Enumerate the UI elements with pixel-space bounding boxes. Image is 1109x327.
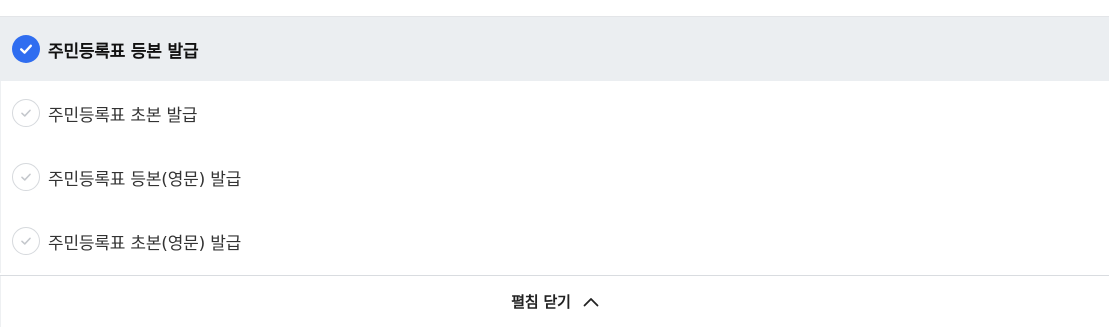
chevron-up-icon (583, 297, 599, 307)
option-label: 주민등록표 초본 발급 (48, 105, 198, 126)
option-resident-register-copy-english[interactable]: 주민등록표 등본(영문) 발급 (0, 145, 1109, 209)
collapse-button[interactable]: 펼침 닫기 (0, 276, 1109, 327)
collapse-label: 펼침 닫기 (511, 293, 571, 311)
option-resident-register-abstract[interactable]: 주민등록표 초본 발급 (0, 81, 1109, 145)
check-circle-outline-icon (12, 163, 40, 191)
issuance-option-panel: 주민등록표 등본 발급 주민등록표 초본 발급 주민등록표 등본(영문) 발급 (0, 0, 1109, 327)
check-circle-filled-icon (12, 35, 40, 63)
option-label: 주민등록표 초본(영문) 발급 (48, 233, 242, 254)
option-resident-register-abstract-english[interactable]: 주민등록표 초본(영문) 발급 (0, 209, 1109, 273)
check-circle-outline-icon (12, 227, 40, 255)
option-label: 주민등록표 등본 발급 (48, 41, 199, 62)
option-label: 주민등록표 등본(영문) 발급 (48, 169, 242, 190)
option-resident-register-copy[interactable]: 주민등록표 등본 발급 (0, 17, 1109, 81)
issuance-option-list: 주민등록표 등본 발급 주민등록표 초본 발급 주민등록표 등본(영문) 발급 (0, 17, 1109, 273)
check-circle-outline-icon (12, 99, 40, 127)
